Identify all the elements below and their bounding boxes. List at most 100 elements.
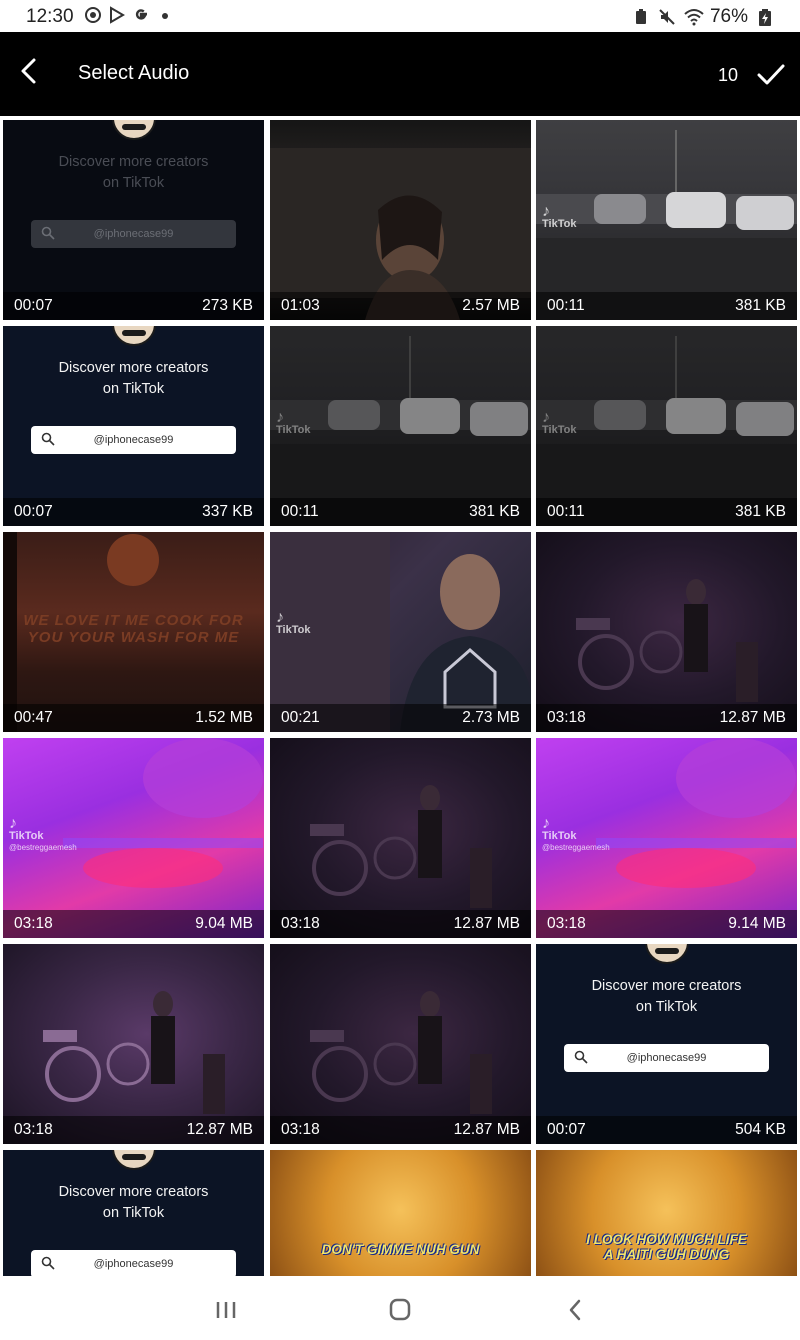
- concert-stage-image: [310, 991, 492, 1114]
- audio-item[interactable]: Discover more creators on TikTok @iphoneca…: [536, 944, 797, 1144]
- recent-apps-button[interactable]: [211, 1296, 241, 1324]
- status-right-icons: 76%: [632, 6, 774, 28]
- discover-handle: @iphonecase99: [93, 228, 174, 240]
- concert-stage-image: [43, 991, 225, 1114]
- audio-duration: 01:03: [281, 297, 320, 314]
- back-icon: [569, 1299, 581, 1321]
- home-button[interactable]: [385, 1296, 415, 1324]
- checkmark-icon: [757, 64, 785, 85]
- audio-item[interactable]: WE LOVE IT ME COOK FOR YOU YOUR WASH FOR …: [3, 532, 264, 732]
- audio-item[interactable]: DON'T GIMME NUH GUN: [270, 1150, 531, 1276]
- audio-duration: 03:18: [14, 1121, 53, 1138]
- audio-item-meta: 00:11 381 KB: [270, 498, 531, 526]
- audio-item-meta: 03:18 12.87 MB: [536, 704, 797, 732]
- audio-duration: 00:21: [281, 709, 320, 726]
- audio-thumbnail: Discover more creators on TikTok @iphoneca…: [3, 326, 264, 526]
- discover-line-2: on TikTok: [102, 175, 165, 191]
- tiktok-watermark: ♪ TikTok: [276, 409, 311, 437]
- tiktok-watermark: ♪ TikTok @bestreggaemesh: [9, 815, 77, 853]
- discover-line-1: Discover more creators: [58, 154, 209, 170]
- audio-item[interactable]: ♪ TikTok 00:11 381 KB: [536, 120, 797, 320]
- audio-item-meta: 03:18 9.14 MB: [536, 910, 797, 938]
- discover-line-1: Discover more creators: [58, 1184, 209, 1200]
- audio-item[interactable]: ♪ TikTok @bestreggaemesh 03:18 9.14 MB: [536, 738, 797, 938]
- audio-item-meta: 00:47 1.52 MB: [3, 704, 264, 732]
- discover-text: Discover more creators on TikTok: [3, 358, 264, 400]
- nav-back-button[interactable]: [560, 1296, 590, 1324]
- audio-item[interactable]: ♪ TikTok 00:11 381 KB: [270, 326, 531, 526]
- audio-file-size: 12.87 MB: [453, 915, 520, 932]
- audio-item[interactable]: ♪ TikTok @bestreggaemesh 03:18 9.04 MB: [3, 738, 264, 938]
- audio-item-meta: 03:18 9.04 MB: [3, 910, 264, 938]
- tiktok-watermark: ♪ TikTok @bestreggaemesh: [542, 815, 610, 853]
- audio-item[interactable]: I LOOK HOW MUCH LIFE A HAITI GUH DUNG: [536, 1150, 797, 1276]
- audio-thumbnail: [3, 944, 264, 1144]
- discover-text: Discover more creators on TikTok: [536, 976, 797, 1018]
- tiktok-watermark: ♪ TikTok: [542, 409, 577, 437]
- audio-item-meta: 00:07 504 KB: [536, 1116, 797, 1144]
- battery-saver-icon: [632, 8, 650, 26]
- audio-thumbnail: DON'T GIMME NUH GUN: [270, 1150, 531, 1276]
- discover-handle: @iphonecase99: [93, 434, 174, 446]
- audio-item[interactable]: Discover more creators on TikTok @iphoneca…: [3, 1150, 264, 1276]
- audio-duration: 03:18: [14, 915, 53, 932]
- discover-search-box: @iphonecase99: [31, 426, 236, 454]
- audio-item[interactable]: ♪ TikTok 00:11 381 KB: [536, 326, 797, 526]
- status-left-icons: [84, 6, 174, 24]
- confirm-button[interactable]: [754, 58, 788, 92]
- dot-icon: [156, 6, 174, 24]
- audio-duration: 00:11: [547, 297, 585, 314]
- audio-file-size: 273 KB: [202, 297, 253, 314]
- audio-item[interactable]: ♪ TikTok 00:21 2.73 MB: [270, 532, 531, 732]
- audio-file-size: 381 KB: [469, 503, 520, 520]
- audio-item-meta: 00:11 381 KB: [536, 292, 797, 320]
- status-time: 12:30: [26, 6, 74, 27]
- mute-icon: [658, 8, 676, 26]
- concert-stage-image: [576, 579, 758, 702]
- audio-item[interactable]: Discover more creators on TikTok @iphoneca…: [3, 326, 264, 526]
- app-bar: Select Audio 10: [0, 32, 800, 116]
- audio-thumbnail: [270, 120, 531, 320]
- audio-item[interactable]: 03:18 12.87 MB: [270, 944, 531, 1144]
- audio-file-size: 504 KB: [735, 1121, 786, 1138]
- discover-search-box: @iphonecase99: [31, 1250, 236, 1276]
- audio-duration: 03:18: [281, 1121, 320, 1138]
- audio-file-size: 9.04 MB: [195, 915, 253, 932]
- video-caption: DON'T GIMME NUH GUN: [321, 1242, 480, 1257]
- discover-text: Discover more creators on TikTok: [3, 152, 264, 194]
- system-nav-bar: [0, 1276, 800, 1340]
- audio-file-size: 1.52 MB: [195, 709, 253, 726]
- audio-item[interactable]: 03:18 12.87 MB: [3, 944, 264, 1144]
- audio-file-size: 12.87 MB: [453, 1121, 520, 1138]
- audio-thumbnail: ♪ TikTok @bestreggaemesh: [536, 738, 797, 938]
- audio-thumbnail: ♪ TikTok: [270, 326, 531, 526]
- discover-handle: @iphonecase99: [626, 1052, 707, 1064]
- audio-item[interactable]: 03:18 12.87 MB: [270, 738, 531, 938]
- audio-file-size: 337 KB: [202, 503, 253, 520]
- tiktok-watermark: ♪ TikTok: [542, 203, 577, 231]
- battery-percent: 76%: [709, 6, 748, 27]
- audio-thumbnail: [536, 532, 797, 732]
- discover-line-2: on TikTok: [102, 1205, 165, 1221]
- back-button[interactable]: [14, 54, 54, 94]
- back-arrow-icon: [21, 58, 36, 84]
- audio-file-size: 12.87 MB: [186, 1121, 253, 1138]
- audio-thumbnail: [270, 944, 531, 1144]
- discover-handle: @iphonecase99: [93, 1258, 174, 1270]
- wifi-icon: [684, 8, 704, 26]
- audio-thumbnail: ♪ TikTok: [270, 532, 531, 732]
- audio-item[interactable]: 01:03 2.57 MB: [270, 120, 531, 320]
- sync-icon: [84, 6, 102, 24]
- audio-thumbnail: ♪ TikTok @bestreggaemesh: [3, 738, 264, 938]
- battery-charging-icon: [756, 8, 774, 26]
- discover-line-1: Discover more creators: [58, 360, 209, 376]
- audio-item[interactable]: Discover more creators on TikTok @iphoneca…: [3, 120, 264, 320]
- audio-thumbnail: ♪ TikTok: [536, 326, 797, 526]
- audio-file-size: 9.14 MB: [728, 915, 786, 932]
- audio-item[interactable]: 03:18 12.87 MB: [536, 532, 797, 732]
- home-icon: [389, 1298, 411, 1321]
- audio-thumbnail: Discover more creators on TikTok @iphoneca…: [536, 944, 797, 1144]
- audio-duration: 00:11: [281, 503, 319, 520]
- selected-count: 10: [718, 65, 739, 85]
- page-title: Select Audio: [78, 62, 190, 84]
